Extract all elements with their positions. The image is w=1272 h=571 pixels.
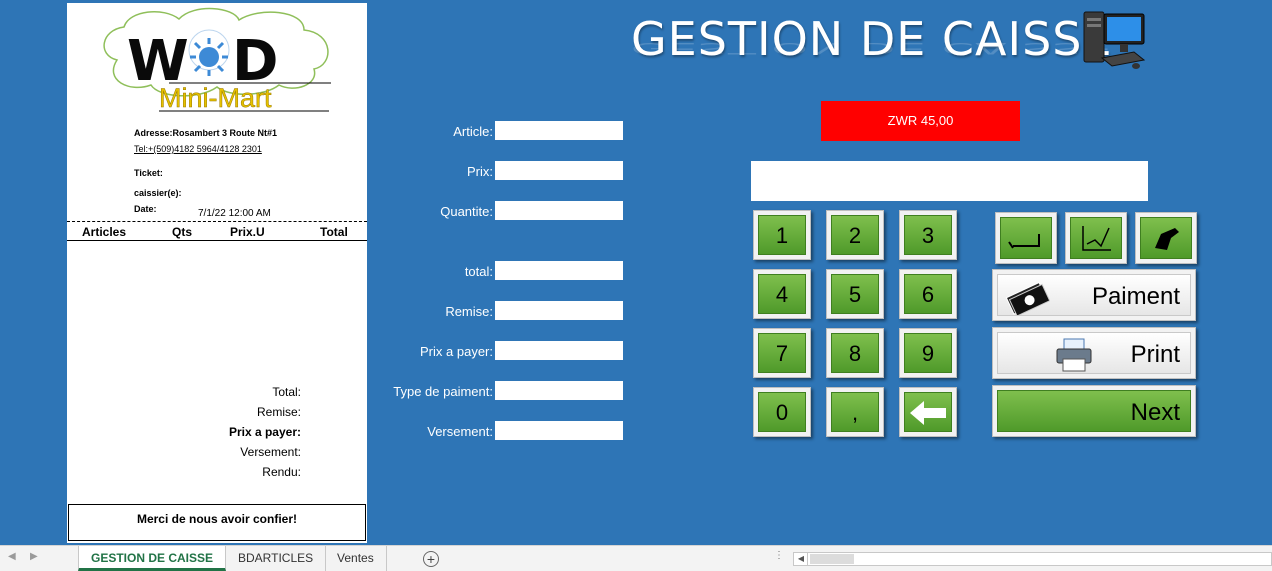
col-prixu: Prix.U <box>230 225 265 239</box>
col-total: Total <box>320 225 348 239</box>
receipt-rendu-label: Rendu: <box>262 465 301 479</box>
remise-input[interactable] <box>495 301 623 320</box>
key-4-label: 4 <box>758 274 806 314</box>
amount-display: ZWR 45,00 <box>821 101 1020 141</box>
paiment-label: Paiment <box>1091 283 1180 310</box>
hand-button[interactable] <box>1135 212 1197 264</box>
receipt-remise-label: Remise: <box>256 405 301 419</box>
key-2[interactable]: 2 <box>826 210 884 260</box>
next-label: Next <box>1130 399 1180 426</box>
wd-logo: W D Mini-Mart <box>103 7 331 113</box>
undo-icon <box>1008 234 1040 249</box>
key-6[interactable]: 6 <box>899 269 957 319</box>
type-paiment-input[interactable] <box>495 381 623 400</box>
svg-text:Mini-Mart: Mini-Mart <box>159 83 272 113</box>
receipt-date-value: 7/1/22 12:00 AM <box>198 208 271 219</box>
more-options-icon[interactable]: ⋮ <box>774 550 784 561</box>
key-1-label: 1 <box>758 215 806 255</box>
key-9[interactable]: 9 <box>899 328 957 378</box>
key-0-label: 0 <box>758 392 806 432</box>
receipt-thanks-message: Merci de nous avoir confier! <box>68 504 366 541</box>
add-sheet-label: + <box>426 551 436 567</box>
edit-button[interactable] <box>1065 212 1127 264</box>
print-button[interactable]: Print <box>992 327 1196 379</box>
tab-ventes[interactable]: Ventes <box>325 546 387 571</box>
total-label: total: <box>464 264 493 279</box>
title-reflection: GESTION DE CAISSE <box>631 39 1113 58</box>
edit-icon <box>1082 226 1111 251</box>
prix-input[interactable] <box>495 161 623 180</box>
key-5[interactable]: 5 <box>826 269 884 319</box>
key-7-label: 7 <box>758 333 806 373</box>
receipt-address: Adresse:Rosambert 3 Route Nt#1 <box>134 128 278 138</box>
remise-label: Remise: <box>445 304 493 319</box>
key-5-label: 5 <box>831 274 879 314</box>
tab-next-icon[interactable]: ▶ <box>30 551 38 562</box>
receipt-column-headers: Articles Qts Prix.U Total <box>67 221 367 241</box>
computer-icon <box>1083 11 1146 69</box>
receipt-phone: Tel:+(509)4182 5964/4128 2301 <box>134 144 262 154</box>
receipt-prix-a-payer-label: Prix a payer: <box>228 425 301 439</box>
receipt-panel: W D Mini-Mart Adresse:Rosambert 3 Route … <box>67 3 367 543</box>
key-7[interactable]: 7 <box>753 328 811 378</box>
cash-icon <box>1005 281 1050 315</box>
col-articles: Articles <box>82 225 127 239</box>
scroll-left-icon[interactable]: ◀ <box>795 553 808 565</box>
prix-a-payer-label: Prix a payer: <box>420 344 493 359</box>
receipt-date-label: Date: <box>134 204 157 214</box>
undo-button[interactable] <box>995 212 1057 264</box>
next-face: Next <box>997 390 1191 432</box>
undo-face <box>1000 217 1052 259</box>
next-button[interactable]: Next <box>992 385 1196 437</box>
backspace-face <box>904 392 952 432</box>
sheet-area: W D Mini-Mart Adresse:Rosambert 3 Route … <box>0 0 1272 545</box>
key-0[interactable]: 0 <box>753 387 811 437</box>
entry-display <box>751 161 1148 201</box>
paiment-face: Paiment <box>997 274 1191 316</box>
scroll-thumb[interactable] <box>810 554 854 564</box>
total-input[interactable] <box>495 261 623 280</box>
hand-face <box>1140 217 1192 259</box>
left-margin <box>0 0 66 545</box>
receipt-versement-label: Versement: <box>240 445 301 459</box>
key-8-label: 8 <box>831 333 879 373</box>
receipt-ticket-label: Ticket: <box>134 168 163 178</box>
horizontal-scrollbar[interactable]: ◀ <box>793 552 1272 566</box>
add-sheet-button[interactable]: + <box>423 551 439 567</box>
key-3-label: 3 <box>904 215 952 255</box>
paiment-button[interactable]: Paiment <box>992 269 1196 321</box>
print-face: Print <box>997 332 1191 374</box>
quantite-input[interactable] <box>495 201 623 220</box>
key-6-label: 6 <box>904 274 952 314</box>
quantite-label: Quantite: <box>440 204 493 219</box>
arrow-left-icon <box>910 401 946 425</box>
backspace-button[interactable] <box>899 387 957 437</box>
tab-gestion-de-caisse[interactable]: GESTION DE CAISSE <box>78 546 227 571</box>
key-3[interactable]: 3 <box>899 210 957 260</box>
key-1[interactable]: 1 <box>753 210 811 260</box>
key-9-label: 9 <box>904 333 952 373</box>
col-qts: Qts <box>172 225 193 239</box>
key-8[interactable]: 8 <box>826 328 884 378</box>
key-2-label: 2 <box>831 215 879 255</box>
hand-icon <box>1155 228 1179 250</box>
tab-prev-icon[interactable]: ◀ <box>8 551 16 562</box>
key-comma[interactable]: , <box>826 387 884 437</box>
edit-face <box>1070 217 1122 259</box>
sheet-tab-bar: ◀ ▶ GESTION DE CAISSE BDARTICLES Ventes … <box>0 545 1272 571</box>
article-label: Article: <box>453 124 493 139</box>
printer-icon <box>1056 338 1092 372</box>
prix-label: Prix: <box>467 164 493 179</box>
versement-input[interactable] <box>495 421 623 440</box>
key-4[interactable]: 4 <box>753 269 811 319</box>
prix-a-payer-input[interactable] <box>495 341 623 360</box>
print-label: Print <box>1130 341 1180 368</box>
key-comma-label: , <box>831 392 879 432</box>
versement-label: Versement: <box>427 424 493 439</box>
tab-bdarticles[interactable]: BDARTICLES <box>226 546 327 571</box>
receipt-cashier-label: caissier(e): <box>134 188 182 198</box>
receipt-total-label: Total: <box>272 385 301 399</box>
article-input[interactable] <box>495 121 623 140</box>
type-paiment-label: Type de paiment: <box>393 384 493 399</box>
